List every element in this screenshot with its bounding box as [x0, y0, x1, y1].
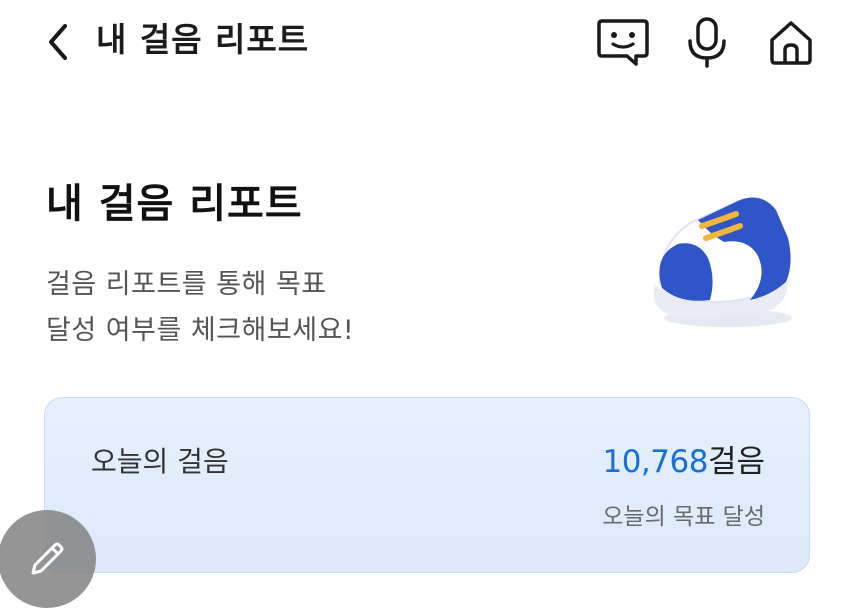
header-title: 내 걸음 리포트 [96, 20, 310, 59]
back-button[interactable] [36, 20, 80, 64]
edit-button[interactable] [0, 510, 96, 608]
home-icon [770, 21, 812, 65]
today-steps-label: 오늘의 걸음 [91, 445, 229, 478]
step-report-screen: 내 걸음 리포트 내 걸음 리포트 걸음 리포트를 통해 목표 달성 여부를 체… [0, 0, 848, 608]
today-steps-value: 10,768걸음 [602, 442, 765, 482]
today-steps-card[interactable]: 오늘의 걸음 10,768걸음 오늘의 목표 달성 [44, 397, 810, 573]
chatbot-button[interactable] [594, 16, 652, 68]
page-title: 내 걸음 리포트 [46, 181, 303, 227]
page-description: 걸음 리포트를 통해 목표 달성 여부를 체크해보세요! [46, 262, 446, 354]
pencil-icon [31, 542, 64, 575]
chat-icon [597, 19, 649, 66]
microphone-icon [688, 17, 726, 68]
home-button[interactable] [762, 16, 820, 68]
chevron-left-icon [49, 24, 67, 60]
voice-button[interactable] [678, 16, 736, 68]
step-unit: 걸음 [707, 444, 765, 480]
header-actions [594, 16, 820, 68]
sneaker-icon [653, 197, 792, 327]
description-line: 달성 여부를 체크해보세요! [46, 315, 355, 346]
app-header: 내 걸음 리포트 [0, 0, 848, 80]
goal-status: 오늘의 목표 달성 [602, 504, 765, 530]
step-count: 10,768 [602, 444, 708, 480]
description-line: 걸음 리포트를 통해 목표 [46, 269, 327, 300]
